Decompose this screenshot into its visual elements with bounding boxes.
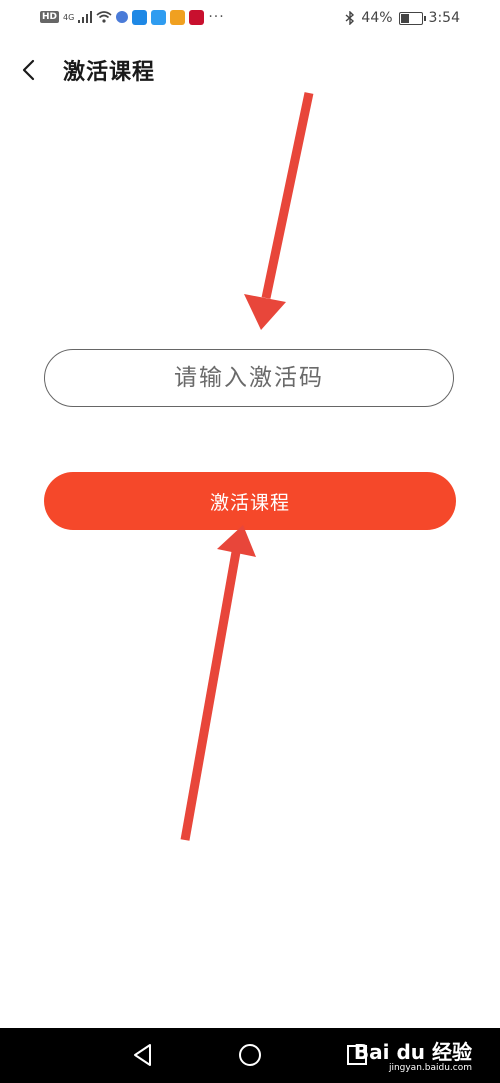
activation-code-input[interactable] <box>44 349 454 407</box>
arrow-down-to-input <box>244 92 314 330</box>
hd-icon: HD <box>40 11 60 23</box>
clock: 3:54 <box>428 10 460 26</box>
status-right: 44% 3:54 <box>345 10 460 26</box>
status-bar: HD 4G ··· 44% 3:54 <box>0 0 500 38</box>
page-title: 激活课程 <box>63 60 156 85</box>
baidu-jingyan-watermark: Bai du 经验 jingyan.baidu.com <box>354 1036 472 1073</box>
back-triangle-icon[interactable] <box>130 1042 156 1068</box>
chevron-left-icon <box>22 59 35 81</box>
home-circle-icon[interactable] <box>237 1042 263 1068</box>
battery-fill <box>400 13 409 23</box>
watermark-sub: jingyan.baidu.com <box>388 1063 472 1073</box>
back-button[interactable] <box>14 54 46 86</box>
battery-percent: 44% <box>361 10 393 26</box>
battery-icon <box>398 11 426 25</box>
activate-course-button[interactable]: 激活课程 <box>44 472 456 530</box>
wifi-icon <box>96 11 112 23</box>
signal-icon <box>78 11 93 23</box>
cloud-drive-app-icon <box>151 9 167 25</box>
network-label: 4G <box>63 12 75 22</box>
page-header: 激活课程 <box>0 48 500 92</box>
kfc-app-icon <box>189 9 205 25</box>
cloud-app-icon <box>132 9 148 25</box>
system-nav-bar: Bai du 经验 jingyan.baidu.com <box>0 1028 500 1083</box>
arrow-up-to-button <box>180 525 256 841</box>
bluetooth-icon <box>345 11 355 25</box>
annotation-arrows <box>180 92 314 841</box>
app-icon <box>170 9 186 25</box>
more-notifications-icon: ··· <box>208 9 225 25</box>
status-left: HD 4G ··· <box>40 9 225 25</box>
music-app-icon <box>116 11 129 23</box>
watermark-main: Bai du 经验 <box>353 1040 472 1064</box>
